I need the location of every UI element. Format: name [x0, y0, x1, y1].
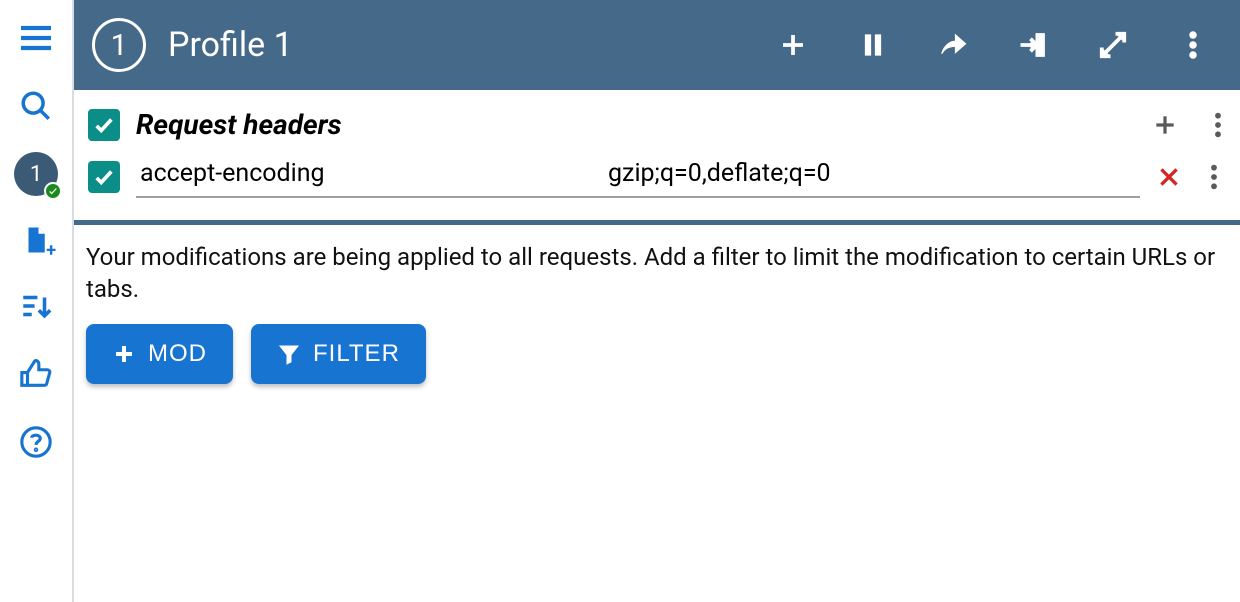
- section-title: Request headers: [136, 108, 1136, 141]
- main: 1 Profile 1: [74, 0, 1240, 602]
- plus-icon: [1152, 112, 1178, 138]
- pause-icon: [858, 30, 888, 60]
- request-headers-section: Request headers: [74, 90, 1240, 214]
- menu-button[interactable]: [6, 8, 66, 68]
- profile-number: 1: [30, 162, 42, 187]
- share-button[interactable]: [936, 28, 970, 62]
- like-button[interactable]: [6, 344, 66, 404]
- expand-button[interactable]: [1096, 28, 1130, 62]
- more-vertical-icon: [1210, 163, 1218, 191]
- check-icon: [48, 186, 58, 196]
- topbar-actions: [776, 28, 1222, 62]
- sidebar-profile-active[interactable]: 1: [14, 152, 58, 196]
- mod-button[interactable]: MOD: [86, 324, 233, 384]
- section-checkbox[interactable]: [88, 109, 120, 141]
- info-text: Your modifications are being applied to …: [86, 241, 1228, 306]
- topbar-profile-badge: 1: [92, 18, 146, 72]
- expand-icon: [1098, 30, 1128, 60]
- header-row: [84, 155, 1230, 204]
- topbar: 1 Profile 1: [74, 0, 1240, 90]
- import-button[interactable]: [1016, 28, 1050, 62]
- import-icon: [1018, 30, 1048, 60]
- add-profile-button[interactable]: +: [6, 212, 66, 268]
- mod-button-label: MOD: [148, 340, 207, 368]
- pause-button[interactable]: [856, 28, 890, 62]
- filter-icon: [277, 342, 301, 366]
- topbar-profile-number: 1: [111, 28, 128, 63]
- search-icon: [19, 89, 53, 123]
- plus-icon: [112, 342, 136, 366]
- check-icon: [93, 114, 115, 136]
- plus-icon: [778, 30, 808, 60]
- check-icon: [93, 166, 115, 188]
- more-vertical-icon: [1214, 111, 1222, 139]
- section-more-button[interactable]: [1214, 111, 1222, 139]
- more-vertical-icon: [1189, 30, 1197, 60]
- sort-button[interactable]: [6, 276, 66, 336]
- sort-icon: [19, 289, 53, 323]
- header-value-input[interactable]: [604, 155, 1140, 192]
- share-icon: [938, 30, 968, 60]
- add-button[interactable]: [776, 28, 810, 62]
- header-row-checkbox[interactable]: [88, 161, 120, 193]
- hamburger-icon: [16, 18, 56, 58]
- plus-icon: +: [46, 246, 56, 256]
- info-block: Your modifications are being applied to …: [74, 225, 1240, 400]
- header-name-input[interactable]: [136, 155, 576, 192]
- delete-header-button[interactable]: [1156, 164, 1182, 190]
- search-button[interactable]: [6, 76, 66, 136]
- filter-button[interactable]: FILTER: [251, 324, 426, 384]
- header-row-more-button[interactable]: [1210, 163, 1218, 191]
- add-header-button[interactable]: [1152, 112, 1178, 138]
- close-icon: [1156, 164, 1182, 190]
- sidebar: 1 +: [0, 0, 74, 602]
- section-header: Request headers: [84, 108, 1230, 155]
- help-button[interactable]: [6, 412, 66, 472]
- filter-button-label: FILTER: [313, 340, 400, 368]
- help-icon: [19, 425, 53, 459]
- thumbs-up-icon: [19, 357, 53, 391]
- status-badge-active: [44, 182, 62, 200]
- topbar-more-button[interactable]: [1176, 28, 1210, 62]
- page-title: Profile 1: [168, 25, 776, 65]
